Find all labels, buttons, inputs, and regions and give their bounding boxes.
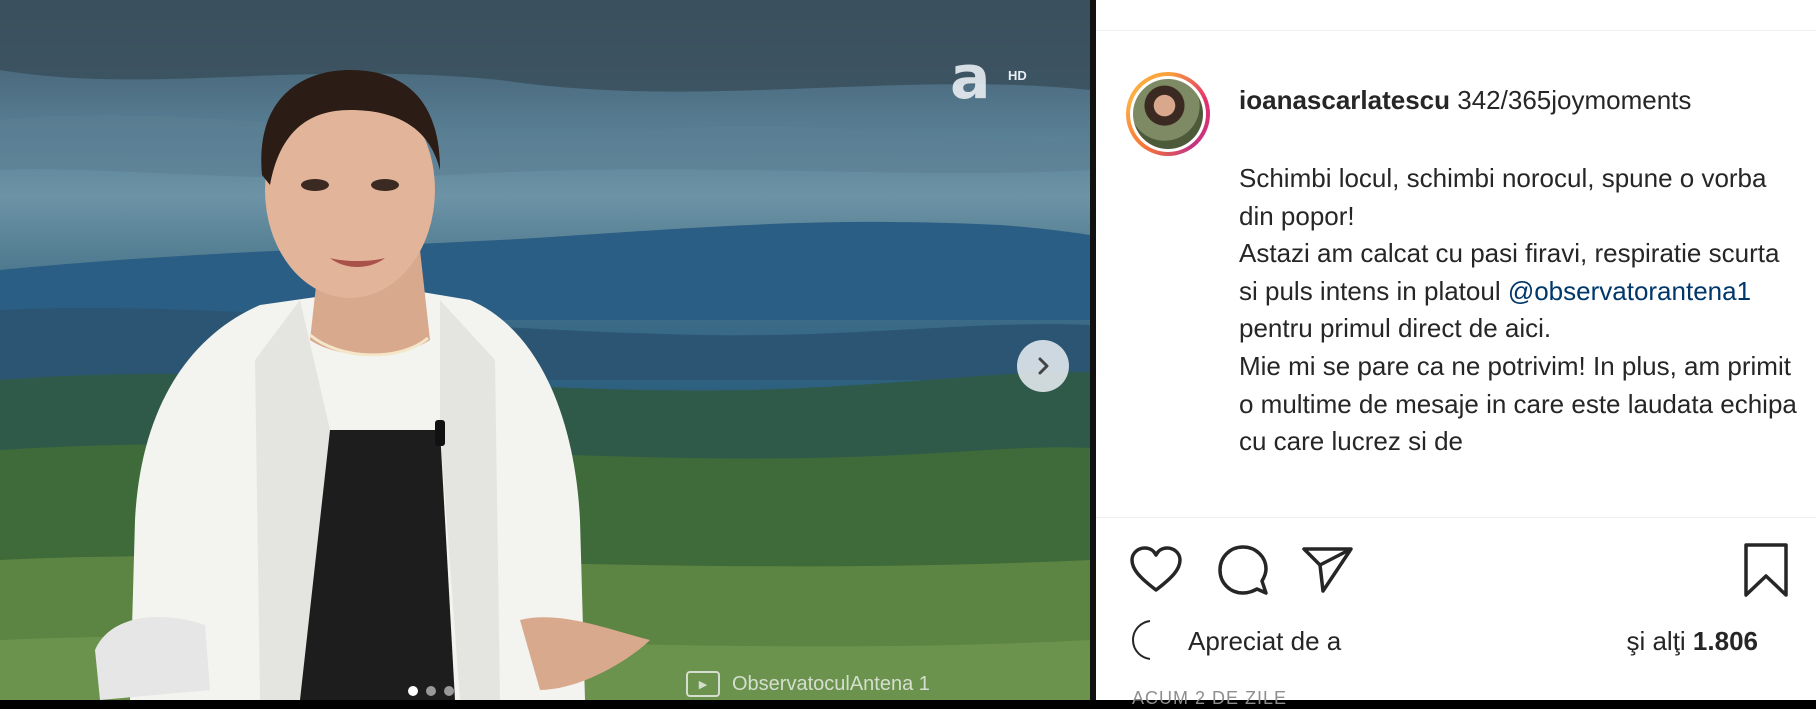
- carousel-dot: [444, 686, 454, 696]
- share-button[interactable]: [1298, 540, 1358, 600]
- liked-by-text: Apreciat de a: [1188, 626, 1342, 656]
- chevron-right-icon: [1038, 357, 1049, 375]
- channel-hd-badge: HD: [1008, 68, 1027, 83]
- post-details-panel: ioanascarlatescu 342/365joymoments Schim…: [1096, 0, 1816, 708]
- carousel-dot: [426, 686, 436, 696]
- youtube-icon: ▶: [686, 671, 720, 697]
- carousel-indicator: [408, 686, 454, 696]
- video-watermark: ▶ ObservatoculAntena 1: [686, 671, 930, 697]
- profile-avatar-ring[interactable]: [1126, 72, 1210, 156]
- comment-button[interactable]: [1213, 540, 1273, 600]
- caption-text: Schimbi locul, schimbi norocul, spune o …: [1239, 160, 1799, 496]
- like-button[interactable]: [1126, 540, 1186, 600]
- carousel-next-button[interactable]: [1017, 340, 1069, 392]
- heart-icon: [1130, 546, 1182, 592]
- liker-avatar[interactable]: [1132, 620, 1172, 662]
- divider: [1096, 30, 1816, 31]
- divider: [1096, 517, 1816, 518]
- action-bar: [1126, 540, 1796, 600]
- paper-plane-icon: [1302, 547, 1353, 593]
- avatar: [1133, 79, 1203, 149]
- caption-tag: 342/365joymoments: [1457, 85, 1692, 115]
- caption-paragraph: Schimbi locul, schimbi norocul, spune o …: [1239, 163, 1767, 231]
- caption-header: ioanascarlatescu 342/365joymoments: [1239, 85, 1691, 116]
- post-timestamp: ACUM 2 DE ZILE: [1132, 688, 1288, 708]
- watermark-text: ObservatoculAntena 1: [732, 672, 930, 695]
- caption-paragraph: Mie mi se pare ca ne potrivim! In plus, …: [1239, 350, 1797, 457]
- studio-scene-image: [0, 0, 1090, 700]
- likes-count[interactable]: şi alţi 1.806: [1626, 626, 1758, 657]
- post-media[interactable]: a HD ▶ ObservatoculAntena 1: [0, 0, 1090, 700]
- comment-icon: [1218, 545, 1268, 595]
- username-link[interactable]: ioanascarlatescu: [1239, 85, 1450, 115]
- caption-paragraph: Astazi am calcat cu pasi firavi, respira…: [1239, 238, 1780, 344]
- likes-summary: Apreciat de a şi alţi 1.806: [1132, 618, 1772, 662]
- mention-link[interactable]: @observatorantena1: [1508, 276, 1751, 306]
- channel-logo: a: [950, 43, 991, 113]
- save-button[interactable]: [1736, 540, 1796, 600]
- carousel-dot: [408, 686, 418, 696]
- bookmark-icon: [1744, 543, 1788, 597]
